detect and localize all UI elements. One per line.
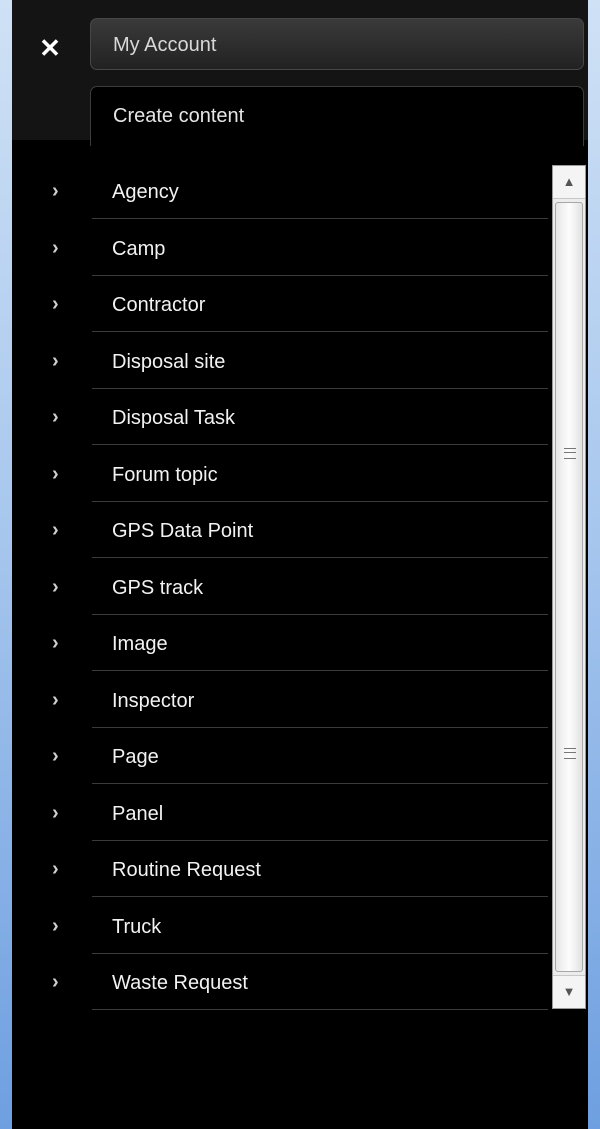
list-item: › Panel <box>12 787 552 844</box>
tab-create-content[interactable]: Create content <box>90 86 584 146</box>
content-type-link[interactable]: GPS Data Point <box>92 504 548 558</box>
list-item: › Routine Request <box>12 843 552 900</box>
list-item: › Truck <box>12 900 552 957</box>
list-item: › GPS Data Point <box>12 504 552 561</box>
content-type-link[interactable]: Agency <box>92 165 548 219</box>
chevron-right-icon[interactable]: › <box>52 744 72 768</box>
content-type-link[interactable]: Image <box>92 617 548 671</box>
vertical-scrollbar[interactable]: ▲ ▼ <box>552 165 586 1009</box>
chevron-right-icon[interactable]: › <box>52 349 72 373</box>
tab-my-account[interactable]: My Account <box>90 18 584 70</box>
list-item: › Image <box>12 617 552 674</box>
chevron-right-icon[interactable]: › <box>52 179 72 203</box>
content-type-list: › Agency › Camp › Contractor › Disposal site › Di… <box>12 165 552 1013</box>
list-item: › GPS track <box>12 561 552 618</box>
chevron-right-icon[interactable]: › <box>52 518 72 542</box>
chevron-right-icon[interactable]: › <box>52 801 72 825</box>
content-type-link[interactable]: Inspector <box>92 674 548 728</box>
list-item: › Disposal Task <box>12 391 552 448</box>
scroll-down-arrow-icon[interactable]: ▼ <box>553 975 585 1008</box>
list-item: › Page <box>12 730 552 787</box>
admin-menu-panel: ✕ My Account Create content › Agency › Camp… <box>12 0 588 1129</box>
chevron-right-icon[interactable]: › <box>52 914 72 938</box>
content-type-link[interactable]: Contractor <box>92 278 548 332</box>
content-type-link[interactable]: Forum topic <box>92 448 548 502</box>
list-item: › Inspector <box>12 674 552 731</box>
content-type-link[interactable]: Panel <box>92 787 548 841</box>
list-item: › Camp <box>12 222 552 279</box>
chevron-right-icon[interactable]: › <box>52 631 72 655</box>
grip-lines-icon <box>564 448 576 459</box>
list-item: › Forum topic <box>12 448 552 505</box>
content-type-link[interactable]: Disposal site <box>92 335 548 389</box>
list-item: › Agency <box>12 165 552 222</box>
grip-lines-icon <box>564 748 576 759</box>
chevron-right-icon[interactable]: › <box>52 462 72 486</box>
chevron-right-icon[interactable]: › <box>52 970 72 994</box>
menu-header: ✕ My Account Create content <box>12 0 588 146</box>
content-type-link[interactable]: Routine Request <box>92 843 548 897</box>
list-item: › Waste Request <box>12 956 552 1013</box>
content-type-link[interactable]: Truck <box>92 900 548 954</box>
close-icon[interactable]: ✕ <box>30 28 70 68</box>
chevron-right-icon[interactable]: › <box>52 688 72 712</box>
content-type-list-area: › Agency › Camp › Contractor › Disposal site › Di… <box>12 160 588 1020</box>
chevron-right-icon[interactable]: › <box>52 292 72 316</box>
chevron-right-icon[interactable]: › <box>52 575 72 599</box>
content-type-link[interactable]: Disposal Task <box>92 391 548 445</box>
content-type-link[interactable]: Waste Request <box>92 956 548 1010</box>
scroll-up-arrow-icon[interactable]: ▲ <box>553 166 585 199</box>
scrollbar-thumb[interactable] <box>555 202 583 972</box>
list-item: › Disposal site <box>12 335 552 392</box>
chevron-right-icon[interactable]: › <box>52 405 72 429</box>
chevron-right-icon[interactable]: › <box>52 857 72 881</box>
content-type-link[interactable]: Camp <box>92 222 548 276</box>
chevron-right-icon[interactable]: › <box>52 236 72 260</box>
content-type-link[interactable]: GPS track <box>92 561 548 615</box>
content-type-link[interactable]: Page <box>92 730 548 784</box>
list-item: › Contractor <box>12 278 552 335</box>
